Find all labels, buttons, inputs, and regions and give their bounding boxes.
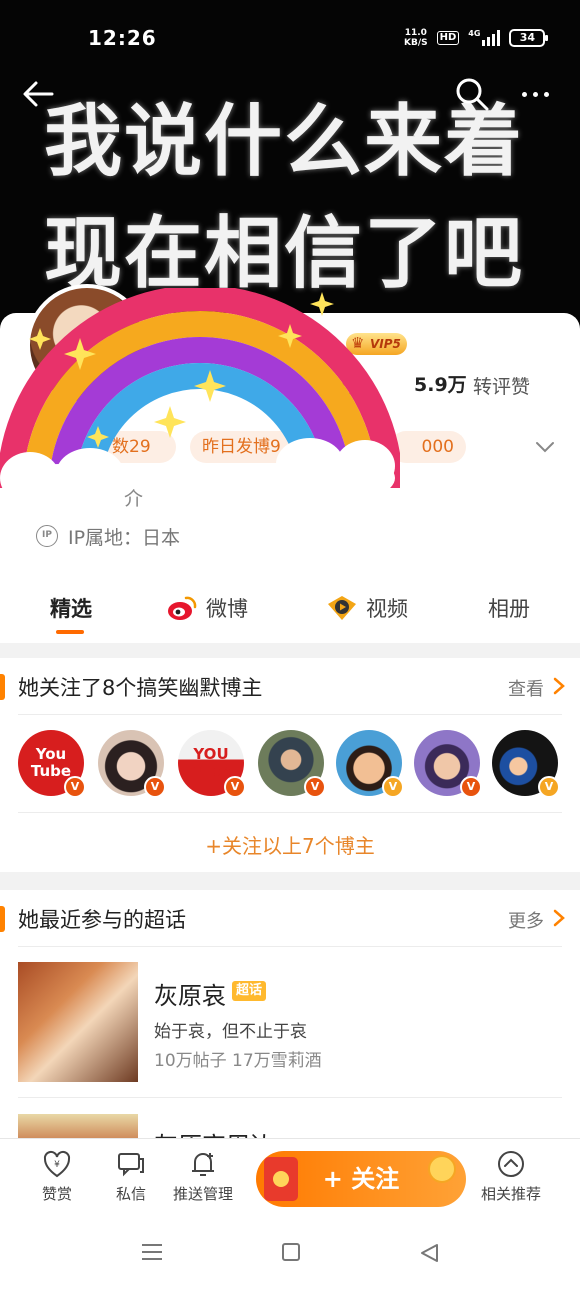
message-icon (118, 1153, 144, 1177)
chevron-up-circle-icon (498, 1151, 524, 1177)
red-packet-icon (264, 1157, 298, 1201)
chevron-down-icon[interactable] (532, 434, 558, 460)
system-navigation-bar (0, 1218, 580, 1289)
divider (18, 946, 562, 947)
header-meme-text: 我说什么来着 现在相信了吧 (44, 97, 525, 299)
tab-video[interactable]: 视频 (326, 590, 408, 626)
net-speed: 11.0 KB/S (404, 28, 428, 48)
verified-icon: V (538, 776, 560, 798)
signal-icon: 4G (468, 30, 501, 46)
topic-item[interactable]: 灰原哀周边 (18, 1114, 562, 1140)
topic-stats: 10万帖子 17万雪莉酒 (154, 1051, 322, 1071)
section-accent-bar (0, 674, 5, 700)
ip-location: IP IP属地：日本 (36, 522, 180, 550)
status-time: 12:26 (88, 26, 157, 50)
follow-button[interactable]: + 关注 (256, 1151, 466, 1207)
topic-name: 灰原哀 (154, 982, 226, 1010)
verified-icon: V (382, 776, 404, 798)
bell-icon (192, 1153, 214, 1176)
tab-weibo[interactable]: 微博 (166, 590, 248, 626)
profile-tabs: 精选 微博 视频 相册 (0, 580, 580, 640)
related-recommend-button[interactable]: 相关推荐 (466, 1149, 556, 1204)
divider (18, 714, 562, 715)
following-section-title: 她关注了8个搞笑幽默博主 (18, 676, 263, 700)
followed-avatar-youtube-2[interactable]: YOU Tube V (178, 730, 246, 798)
home-icon[interactable] (282, 1243, 300, 1261)
bottom-action-bar: ¥ 赞赏 私信 推送管理 + 关注 相关推荐 (0, 1138, 580, 1218)
topics-section-title: 她最近参与的超话 (18, 908, 186, 932)
following-section: 她关注了8个搞笑幽默博主 查看 You Tube V V YOU Tube V … (0, 658, 580, 872)
likes-label[interactable]: 转评赞 (473, 372, 530, 399)
tab-album[interactable]: 相册 (488, 590, 530, 626)
followed-avatar-girl[interactable]: V (98, 730, 166, 798)
chevron-right-icon[interactable] (550, 908, 568, 928)
recent-apps-icon[interactable] (142, 1244, 162, 1260)
followed-avatars: You Tube V V YOU Tube V V V V V (18, 730, 580, 800)
search-icon[interactable] (454, 76, 490, 112)
back-icon[interactable] (20, 76, 56, 112)
likes-count[interactable]: 5.9万 (414, 370, 467, 397)
reward-icon: ¥ (43, 1150, 71, 1178)
push-settings-button[interactable]: 推送管理 (158, 1149, 248, 1204)
coin-icon (428, 1155, 456, 1183)
follow-all-button[interactable]: +关注以上7个博主 (0, 830, 580, 859)
ip-icon: IP (36, 525, 58, 547)
tab-featured[interactable]: 精选 (50, 590, 92, 626)
following-view-link[interactable]: 查看 (508, 675, 544, 701)
divider (18, 1097, 562, 1098)
verified-icon: V (460, 776, 482, 798)
verified-icon: V (144, 776, 166, 798)
chevron-right-icon[interactable] (550, 676, 568, 696)
weibo-icon (168, 596, 197, 620)
super-topics-section: 她最近参与的超话 更多 灰原哀 超话 始于哀，但不止于哀 10万帖子 17万雪莉… (0, 890, 580, 1140)
verified-icon: V (224, 776, 246, 798)
tab-active-indicator (56, 630, 84, 634)
video-icon (328, 596, 356, 620)
following-section-header: 她关注了8个搞笑幽默博主 查看 (0, 658, 580, 714)
followed-avatar-cartoon-girl[interactable]: V (336, 730, 404, 798)
topic-item[interactable]: 灰原哀 超话 始于哀，但不止于哀 10万帖子 17万雪莉酒 (18, 962, 562, 1082)
battery-icon: 34 (509, 29, 549, 47)
status-bar: 12:26 11.0 KB/S HD 4G 34 (0, 0, 580, 70)
followed-avatar-man[interactable]: V (258, 730, 326, 798)
topics-more-link[interactable]: 更多 (508, 907, 544, 933)
hd-icon: HD (436, 31, 460, 45)
followed-avatar-youtube[interactable]: You Tube V (18, 730, 86, 798)
verified-icon: V (304, 776, 326, 798)
divider (18, 812, 562, 813)
section-accent-bar (0, 906, 5, 932)
ip-location-text: IP属地：日本 (68, 526, 181, 549)
followed-avatar-cartoon-man[interactable]: V (414, 730, 482, 798)
svg-text:¥: ¥ (54, 1160, 60, 1170)
verified-icon: V (64, 776, 86, 798)
topic-thumbnail (18, 1114, 138, 1140)
status-icons: 11.0 KB/S HD 4G 34 (404, 24, 549, 52)
back-triangle-icon[interactable] (418, 1242, 440, 1264)
profile-tag[interactable]: 000 (390, 431, 466, 463)
more-options-icon[interactable] (522, 80, 562, 108)
topic-thumbnail (18, 962, 138, 1082)
rainbow-sticker-icon (0, 288, 400, 512)
followed-avatar-pixel[interactable]: V (492, 730, 560, 798)
topic-description: 始于哀，但不止于哀 (154, 1022, 307, 1042)
topics-section-header: 她最近参与的超话 更多 (0, 890, 580, 946)
super-topic-badge: 超话 (232, 981, 267, 1001)
